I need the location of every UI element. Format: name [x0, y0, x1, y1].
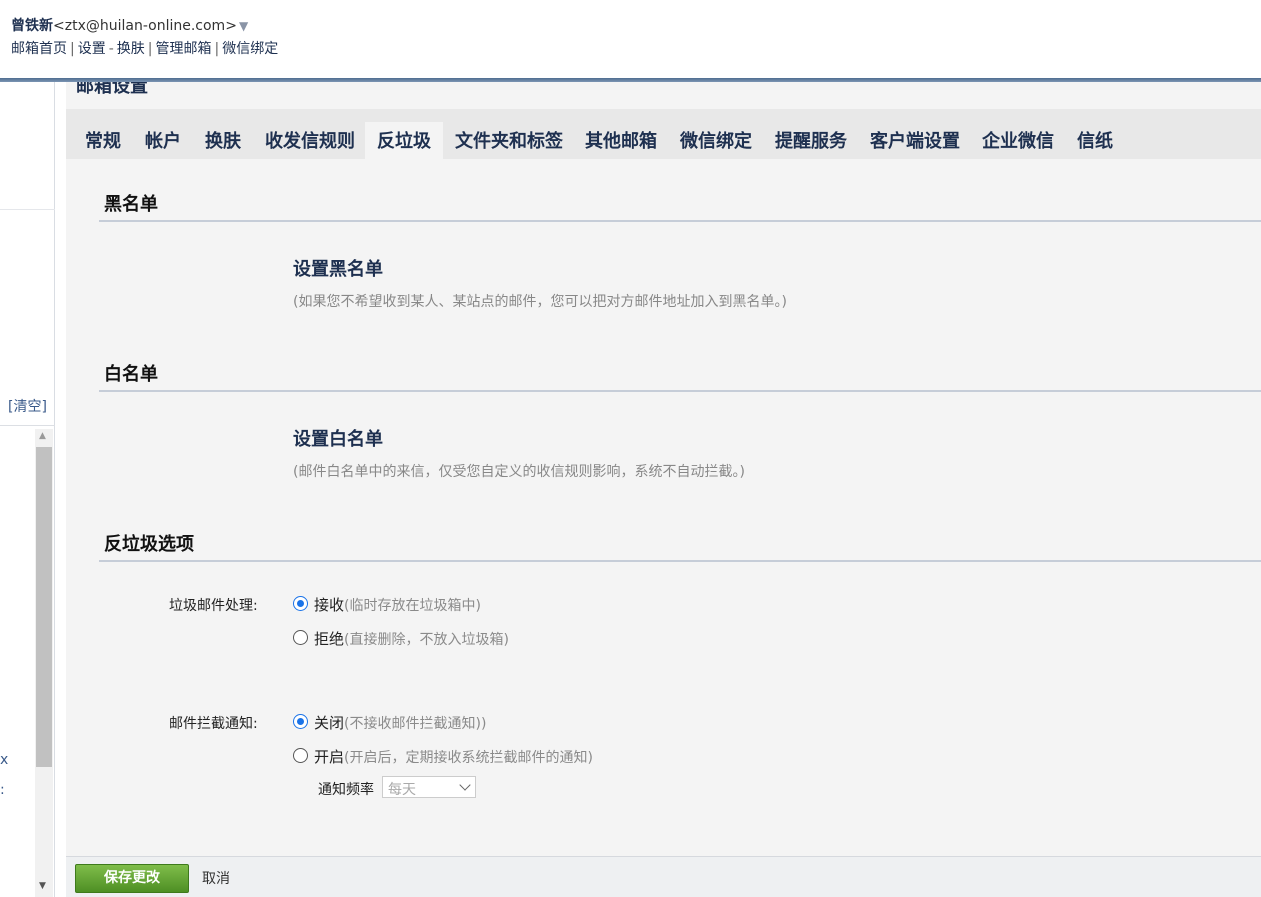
left-panel-divider	[0, 209, 55, 210]
intercept-notice-label: 邮件拦截通知:	[169, 716, 258, 732]
user-email: <ztx@huilan-online.com>	[53, 18, 237, 34]
antispam-options-heading: 反垃圾选项	[99, 530, 1261, 562]
settings-panel: 邮箱设置 常规 帐户 换肤 收发信规则 反垃圾 文件夹和标签 其他邮箱 微信绑定…	[66, 82, 1261, 897]
spam-handling-label: 垃圾邮件处理:	[169, 598, 258, 614]
top-header: 曾铁新<ztx@huilan-online.com> ▼ 邮箱首页 | 设置 - 换肤 | 管…	[0, 0, 1261, 78]
frequency-select[interactable]: 每天	[382, 776, 476, 798]
left-panel-text-fragment: :	[0, 782, 5, 798]
nav-skin[interactable]: 换肤	[117, 41, 145, 57]
cancel-link[interactable]: 取消	[202, 868, 230, 888]
form-footer: 保存更改 取消	[66, 856, 1261, 897]
whitelist-hint: (邮件白名单中的来信，仅受您自定义的收信规则影响，系统不自动拦截。)	[293, 464, 745, 480]
tab-stationery[interactable]: 信纸	[1065, 122, 1125, 159]
tab-wechat-binding[interactable]: 微信绑定	[668, 122, 764, 159]
radio-unchecked[interactable]	[293, 630, 308, 645]
blacklist-hint: (如果您不希望收到某人、某站点的邮件，您可以把对方邮件地址加入到黑名单。)	[293, 294, 787, 310]
chevron-down-icon	[459, 779, 471, 791]
page-title: 邮箱设置	[76, 82, 148, 97]
tab-folders-labels[interactable]: 文件夹和标签	[443, 122, 575, 159]
user-name: 曾铁新	[11, 18, 53, 34]
nav-mail-home[interactable]: 邮箱首页	[11, 41, 67, 57]
set-whitelist-link[interactable]: 设置白名单	[293, 425, 383, 451]
left-panel-divider	[0, 425, 55, 426]
nav-wechat-binding[interactable]: 微信绑定	[222, 41, 278, 57]
radio-checked[interactable]	[293, 714, 308, 729]
radio-checked[interactable]	[293, 596, 308, 611]
settings-tabs: 常规 帐户 换肤 收发信规则 反垃圾 文件夹和标签 其他邮箱 微信绑定 提醒服务…	[66, 109, 1261, 159]
nav-manage-mailbox[interactable]: 管理邮箱	[156, 41, 212, 57]
tab-antispam[interactable]: 反垃圾	[365, 122, 443, 159]
left-panel-text-fragment: x	[0, 752, 9, 768]
radio-unchecked[interactable]	[293, 748, 308, 763]
user-info: 曾铁新<ztx@huilan-online.com> ▼	[11, 15, 248, 35]
tab-skin[interactable]: 换肤	[193, 122, 253, 159]
nav-settings[interactable]: 设置	[78, 41, 106, 57]
save-changes-button[interactable]: 保存更改	[75, 864, 189, 893]
clear-link[interactable]: [清空]	[8, 396, 47, 416]
tab-enterprise-wechat[interactable]: 企业微信	[970, 122, 1066, 159]
nav-separator: |	[214, 41, 220, 57]
nav-separator: |	[70, 41, 75, 57]
tab-reminders[interactable]: 提醒服务	[763, 122, 859, 159]
nav-separator: -	[108, 41, 114, 57]
scrollbar-thumb[interactable]	[36, 447, 52, 767]
set-blacklist-link[interactable]: 设置黑名单	[293, 255, 383, 281]
tab-mail-rules[interactable]: 收发信规则	[253, 122, 367, 159]
tab-general[interactable]: 常规	[73, 122, 133, 159]
tab-account[interactable]: 帐户	[133, 122, 193, 159]
tab-other-mailboxes[interactable]: 其他邮箱	[573, 122, 669, 159]
nav-separator: |	[147, 41, 153, 57]
blacklist-section-heading: 黑名单	[99, 190, 1261, 222]
left-panel-scrollbar[interactable]: ▲ ▼	[35, 429, 53, 897]
account-dropdown-icon[interactable]: ▼	[239, 19, 248, 33]
scroll-up-icon[interactable]: ▲	[39, 431, 46, 441]
top-nav: 邮箱首页 | 设置 - 换肤 | 管理邮箱 | 微信绑定	[11, 38, 278, 58]
left-panel: [清空] x : ▲ ▼	[0, 82, 55, 897]
frequency-label: 通知频率	[318, 782, 374, 798]
tab-client-settings[interactable]: 客户端设置	[858, 122, 972, 159]
scroll-down-icon[interactable]: ▼	[39, 881, 46, 891]
whitelist-section-heading: 白名单	[99, 360, 1261, 392]
